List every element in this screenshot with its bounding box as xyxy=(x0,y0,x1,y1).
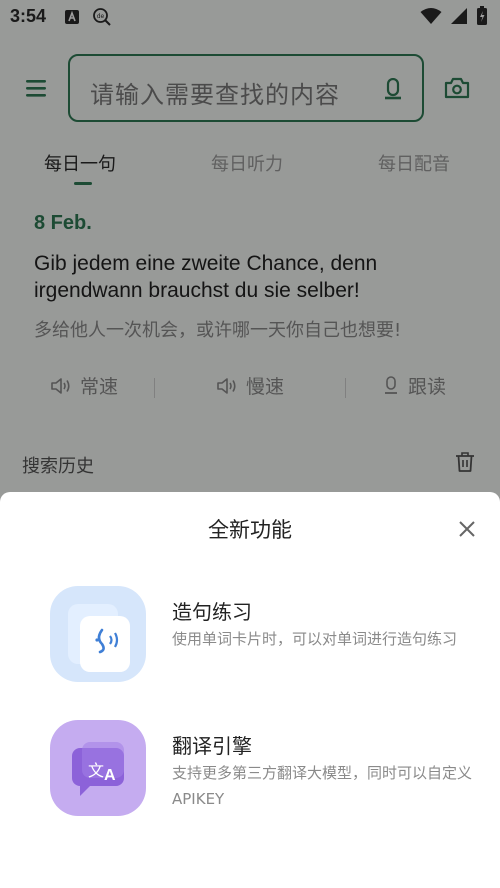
translate-icon: 文 A xyxy=(50,720,146,816)
feature-title-sentence-practice: 造句练习 xyxy=(172,600,252,624)
sheet-title: 全新功能 xyxy=(208,518,292,542)
svg-text:文: 文 xyxy=(88,761,104,780)
sentence-practice-icon xyxy=(50,586,146,682)
close-icon[interactable] xyxy=(454,516,480,542)
feature-title-translation-engine: 翻译引擎 xyxy=(172,734,252,758)
new-features-sheet: 全新功能 造句练习 使用单词卡片时，可以对单词进行造句练习 文 A 翻译引擎 支… xyxy=(0,492,500,888)
feature-desc-translation-engine: 支持更多第三方翻译大模型，同时可以自定义APIKEY xyxy=(172,764,473,808)
feature-desc-sentence-practice: 使用单词卡片时，可以对单词进行造句练习 xyxy=(172,630,458,648)
svg-text:A: A xyxy=(104,767,116,784)
